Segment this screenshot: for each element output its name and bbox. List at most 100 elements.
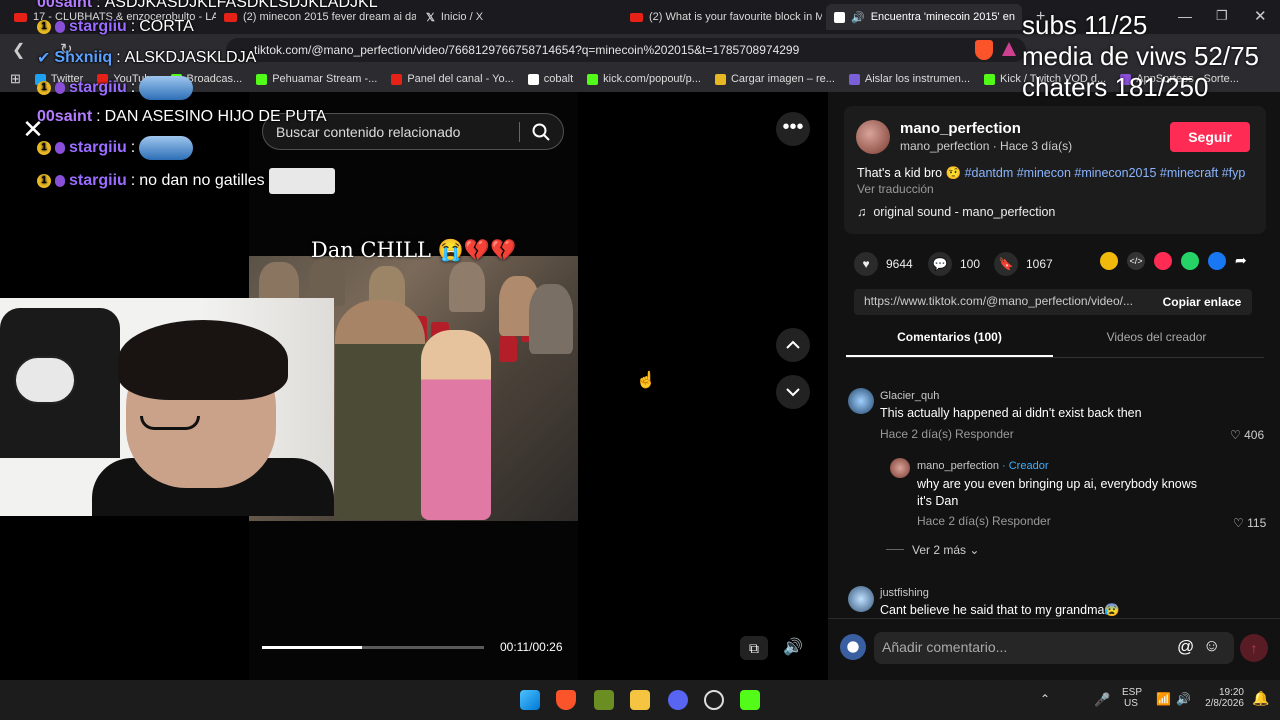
save-action[interactable]: 🔖 1067 [994, 252, 1053, 276]
purple-badge-icon [55, 142, 65, 154]
file-explorer-icon[interactable] [630, 690, 650, 710]
tab-favourite-block[interactable]: (2) What is your favourite block in Mi [622, 4, 822, 30]
chat-text: ALSKDJASKLDJA [124, 49, 257, 66]
obs-icon[interactable] [704, 690, 724, 710]
progress-fill [262, 646, 362, 649]
hashtags[interactable]: #dantdm #minecon #minecon2015 #minecraft… [965, 166, 1246, 180]
windows-start-icon[interactable] [520, 690, 540, 710]
follow-button[interactable]: Seguir [1170, 122, 1250, 152]
vocal-remover-icon [848, 73, 860, 85]
views-goal: media de viws 52/75 [1022, 41, 1260, 71]
previous-video-button[interactable] [776, 328, 810, 362]
avatar[interactable] [848, 388, 874, 414]
like-action[interactable]: ♥ 9644 [854, 252, 913, 276]
comment-action[interactable]: 💬 100 [928, 252, 980, 276]
chat-message: 00saint: ASDJKASDJKLFASDKLSDJKLADJKL [37, 0, 378, 12]
divider [886, 549, 904, 550]
bookmark-panel-canal[interactable]: Panel del canal - Yo... [391, 73, 514, 85]
microphone-icon[interactable]: 🎤 [1094, 692, 1110, 708]
reply-button[interactable]: Responder [955, 427, 1014, 441]
tab-x-home[interactable]: 𝕏 Inicio / X [418, 4, 618, 30]
youtube-icon [14, 12, 27, 22]
speaker-icon[interactable]: 🔊 [1176, 692, 1191, 706]
notification-icon[interactable]: 🔔 [1252, 690, 1269, 707]
bookmark-aislar[interactable]: Aislar los instrumen... [848, 73, 970, 85]
avatar [840, 634, 866, 660]
whatsapp-icon[interactable] [1181, 252, 1199, 270]
repost-icon[interactable] [1100, 252, 1118, 270]
comment-like[interactable]: ♡ 406 [1230, 428, 1264, 442]
more-options-icon[interactable]: ••• [776, 112, 810, 146]
author-name[interactable]: mano_perfection [900, 120, 1021, 137]
chat-text: CORTA [139, 18, 194, 35]
chat-message: 1 stargiiu: no dan no gatilles [37, 168, 335, 194]
comment-time: Hace 2 día(s) [917, 514, 990, 528]
kick-icon [984, 73, 996, 85]
bookmark-pehuamar[interactable]: Pehuamar Stream -... [256, 73, 377, 85]
emoji-icon[interactable]: ☺ [1203, 636, 1220, 656]
screen: 17 - CLUBHATS & enzocerobulto - LA (2) m… [0, 0, 1280, 720]
reply-author: mano_perfection [917, 460, 999, 472]
minecraft-launcher-icon[interactable] [594, 690, 614, 710]
reply-button[interactable]: Responder [992, 514, 1051, 528]
next-video-button[interactable] [776, 375, 810, 409]
heart-outline-icon: ♡ [1233, 516, 1244, 530]
sound-line[interactable]: ♫ original sound - mano_perfection [857, 205, 1055, 219]
trollface-icon [14, 356, 76, 404]
sub-badge-icon: 1 [37, 174, 51, 188]
tab-creator-videos[interactable]: Videos del creador [1053, 330, 1260, 357]
mention-icon[interactable]: @ [1177, 637, 1194, 657]
kick-icon[interactable] [740, 690, 760, 710]
comment-user[interactable]: Glacier_quh [880, 390, 939, 402]
share-arrow-icon[interactable]: ➦ [1235, 252, 1247, 269]
back-icon[interactable]: ❮ [12, 40, 25, 60]
bookmark-cobalt[interactable]: cobalt [527, 73, 573, 85]
bookmark-label: Pehuamar Stream -... [272, 73, 378, 85]
chevron-up-icon[interactable]: ⌃ [1040, 692, 1050, 706]
address-bar[interactable]: tiktok.com/@mano_perfection/video/766812… [226, 38, 1026, 62]
facebook-icon[interactable] [1208, 252, 1226, 270]
bookmark-cargar-imagen[interactable]: Cargar imagen – re... [714, 73, 835, 85]
tab-label: Inicio / X [440, 11, 484, 23]
volume-icon[interactable]: 🔊 [780, 636, 806, 660]
video-caption: Dan CHILL 😭💔💔 [310, 238, 517, 262]
discord-icon[interactable] [668, 690, 688, 710]
avatar[interactable] [856, 120, 890, 154]
sound-label: original sound - mano_perfection [873, 205, 1056, 219]
chat-text: DAN ASESINO HIJO DE PUTA [104, 108, 327, 125]
translate-link[interactable]: Ver traducción [857, 182, 934, 196]
send-to-friends-icon[interactable] [1154, 252, 1172, 270]
embed-icon[interactable]: </> [1127, 252, 1145, 270]
avatar[interactable] [848, 586, 874, 612]
search-icon[interactable] [531, 122, 551, 142]
comment-placeholder: Añadir comentario... [882, 639, 1008, 655]
bookmark-icon: 🔖 [994, 252, 1018, 276]
heart-icon: ♥ [854, 252, 878, 276]
clock-time: 19:20 [1218, 687, 1244, 698]
send-comment-button[interactable]: ↑ [1240, 634, 1268, 662]
comment-text: why are you even bringing up ai, everybo… [917, 477, 1198, 491]
comment-user[interactable]: mano_perfection · Creador [917, 460, 1048, 472]
apps-grid-icon[interactable]: ⊞ [10, 71, 21, 87]
comment-user[interactable]: justfishing [880, 587, 929, 599]
language-indicator[interactable]: ESP US [1122, 687, 1143, 709]
view-more-replies[interactable]: Ver 2 más ⌄ [912, 543, 979, 557]
sub-badge-icon: 1 [37, 20, 51, 34]
brave-shield-icon[interactable] [975, 40, 993, 60]
avatar[interactable] [890, 458, 910, 478]
pip-icon[interactable]: ⧉ [740, 636, 768, 660]
tab-tiktok-active[interactable]: 🔊 Encuentra 'minecoin 2015' en [826, 4, 1022, 30]
wifi-icon[interactable]: 📶 [1156, 692, 1171, 706]
tiktok-icon [834, 11, 845, 23]
clock[interactable]: 19:20 2/8/2026 [1200, 687, 1244, 709]
brave-rewards-icon[interactable] [1002, 42, 1016, 56]
chat-message: ✔ Shxniiq: ALSKDJASKLDJA [37, 49, 257, 67]
copy-link-button[interactable]: Copiar enlace [1152, 289, 1252, 315]
comment-like[interactable]: ♡ 115 [1233, 516, 1266, 530]
language-code: ESP [1122, 687, 1143, 698]
bookmark-kick-popout[interactable]: kick.com/popout/p... [587, 73, 701, 85]
music-note-icon: ♫ [857, 205, 867, 219]
brave-browser-icon[interactable] [556, 690, 576, 710]
chat-user: stargiiu [69, 139, 127, 156]
tab-comments[interactable]: Comentarios (100) [846, 330, 1053, 357]
